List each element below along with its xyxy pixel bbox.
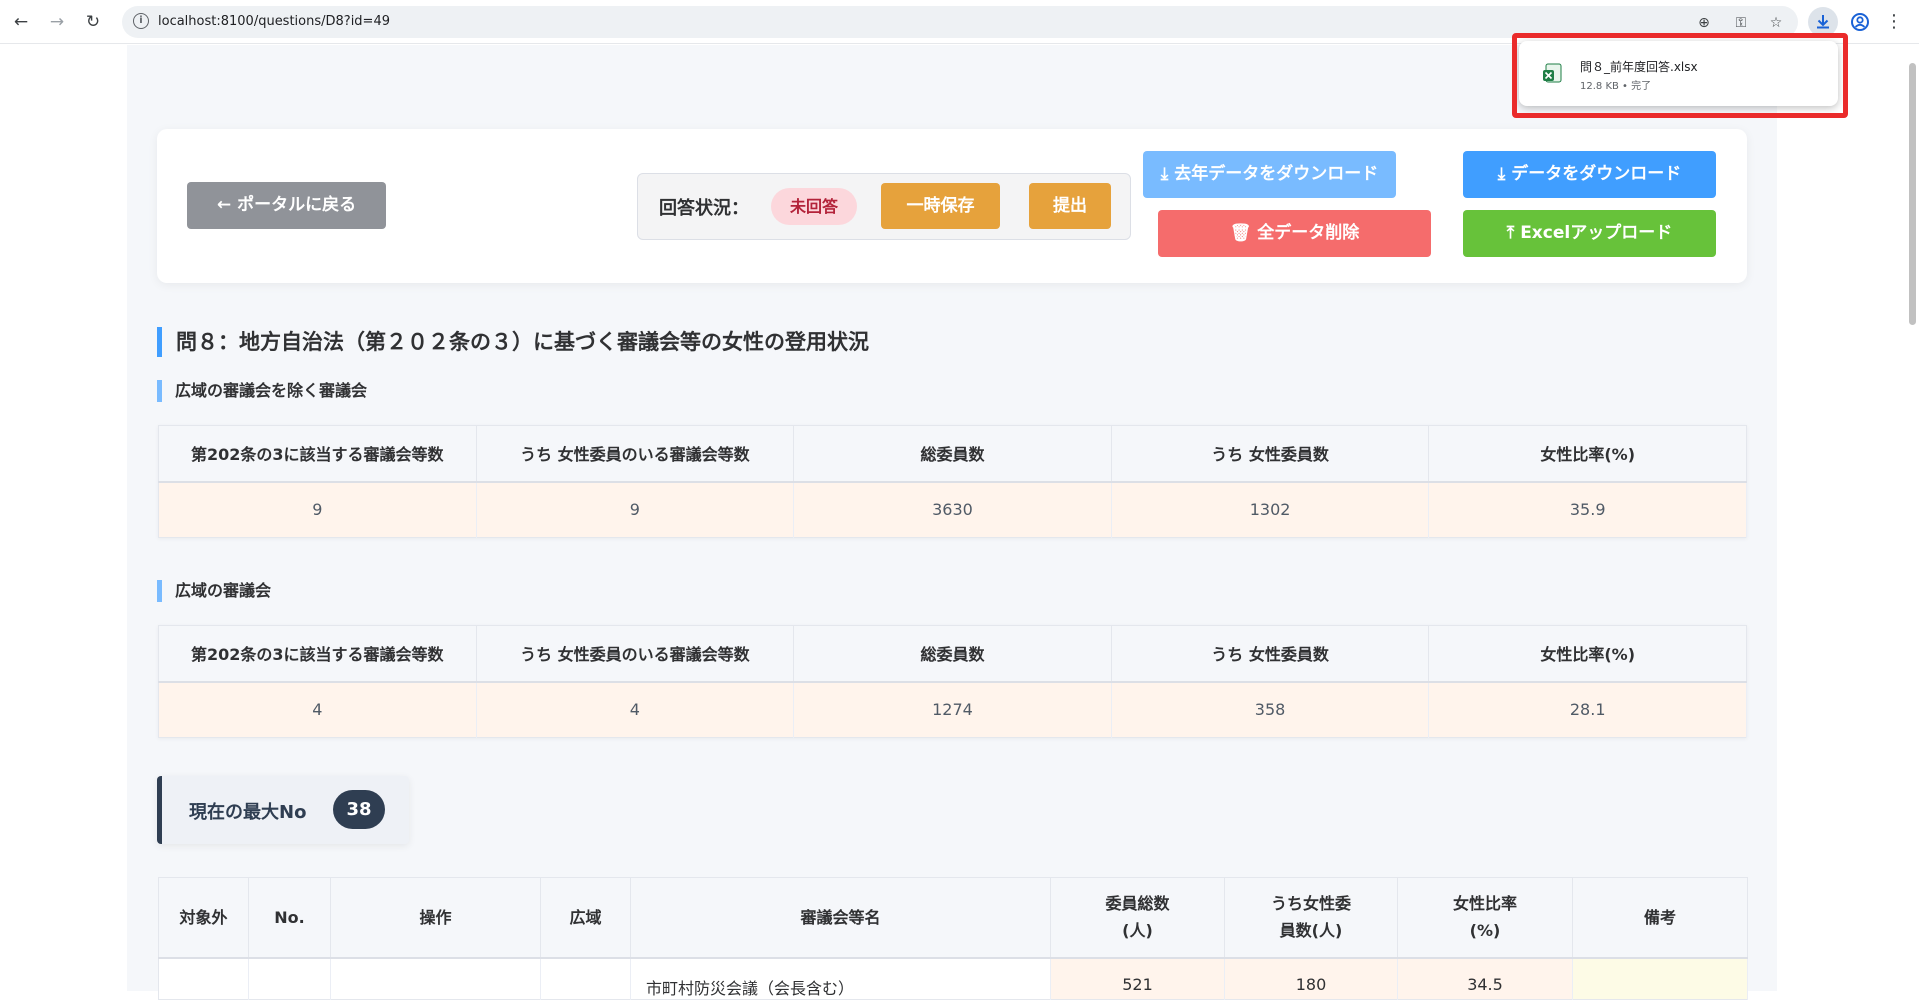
table-cell: 4	[476, 681, 795, 738]
zoom-icon[interactable]: ⊕	[1695, 14, 1713, 32]
excel-upload-button[interactable]: ⤒ Excelアップロード	[1463, 210, 1716, 257]
council-name-cell: 市町村防災会議（会長含む）	[630, 957, 1051, 999]
column-header: 第202条の3に該当する審議会等数	[158, 425, 477, 483]
highlight-box	[1512, 33, 1848, 118]
download-last-year-button[interactable]: ⤓ 去年データをダウンロード	[1143, 151, 1396, 198]
page-title: 問８：地方自治法（第２０２条の３）に基づく審議会等の女性の登用状況	[157, 327, 869, 357]
column-header-no: No.	[248, 877, 331, 959]
status-badge: 未回答	[771, 188, 857, 225]
back-to-portal-button[interactable]: ← ポータルに戻る	[187, 182, 386, 229]
column-header-notes: 備考	[1572, 877, 1748, 959]
table-cell	[540, 957, 631, 999]
table-row: 9 9 3630 1302 35.9	[158, 481, 1747, 538]
back-arrow-icon[interactable]: ←	[10, 11, 32, 33]
summary-table-regional: 第202条の3に該当する審議会等数 うち 女性委員のいる審議会等数 総委員数 う…	[158, 625, 1747, 738]
total-members-cell[interactable]: 521	[1050, 957, 1225, 999]
url-text[interactable]: localhost:8100/questions/D8?id=49	[158, 14, 390, 29]
reload-icon[interactable]: ↻	[82, 11, 104, 33]
column-header-total-members: 委員総数 (人)	[1050, 877, 1225, 959]
women-ratio-cell: 34.5	[1397, 957, 1573, 999]
download-data-button[interactable]: ⤓ データをダウンロード	[1463, 151, 1716, 198]
table-cell: 358	[1111, 681, 1430, 738]
column-header: 第202条の3に該当する審議会等数	[158, 625, 477, 683]
password-key-icon[interactable]: ⚿	[1732, 14, 1750, 32]
main-content: ← ポータルに戻る 回答状況： 未回答 一時保存 提出 ⤓ 去年データをダウンロ…	[127, 45, 1777, 1000]
table-row: 4 4 1274 358 28.1	[158, 681, 1747, 738]
summary-table-non-regional: 第202条の3に該当する審議会等数 うち 女性委員のいる審議会等数 総委員数 う…	[158, 425, 1747, 538]
column-header: うち 女性委員数	[1111, 425, 1430, 483]
answer-status-label: 回答状況：	[659, 198, 749, 219]
bookmark-star-icon[interactable]: ☆	[1767, 14, 1785, 32]
site-info-icon[interactable]: i	[133, 13, 149, 29]
browser-menu-icon[interactable]: ⋮	[1884, 9, 1904, 35]
notes-cell[interactable]	[1572, 957, 1748, 999]
section-title-regional: 広域の審議会	[157, 580, 271, 602]
section-title-non-regional: 広域の審議会を除く審議会	[157, 380, 367, 402]
column-header-regional: 広域	[540, 877, 631, 959]
column-header: うち 女性委員のいる審議会等数	[476, 425, 795, 483]
submit-button[interactable]: 提出	[1029, 183, 1111, 229]
table-header-row: 第202条の3に該当する審議会等数 うち 女性委員のいる審議会等数 総委員数 う…	[158, 425, 1747, 483]
table-cell: 3630	[793, 481, 1112, 538]
column-header: うち 女性委員数	[1111, 625, 1430, 683]
scrollbar-thumb[interactable]	[1909, 63, 1916, 325]
temp-save-button[interactable]: 一時保存	[881, 183, 1000, 229]
table-cell: 1302	[1111, 481, 1430, 538]
column-header-actions: 操作	[330, 877, 541, 959]
table-cell: 1274	[793, 681, 1112, 738]
column-header: 総委員数	[793, 425, 1112, 483]
column-header-women-ratio: 女性比率 (%)	[1397, 877, 1573, 959]
forward-arrow-icon[interactable]: →	[46, 11, 68, 33]
column-header: 女性比率(%)	[1428, 425, 1747, 483]
column-header-council-name: 審議会等名	[630, 877, 1051, 959]
page-viewport: ← ポータルに戻る 回答状況： 未回答 一時保存 提出 ⤓ 去年データをダウンロ…	[0, 45, 1919, 1000]
column-header: 女性比率(%)	[1428, 625, 1747, 683]
table-row: 市町村防災会議（会長含む） 521 180 34.5	[158, 957, 1748, 999]
table-cell	[330, 957, 541, 999]
action-card: ← ポータルに戻る 回答状況： 未回答 一時保存 提出 ⤓ 去年データをダウンロ…	[157, 129, 1747, 283]
table-cell	[248, 957, 331, 999]
table-cell: 28.1	[1428, 681, 1747, 738]
account-button[interactable]	[1847, 9, 1873, 35]
table-header-row: 対象外 No. 操作 広域 審議会等名 委員総数 (人) うち女性委 員数(人)…	[158, 877, 1748, 959]
council-list-table: 対象外 No. 操作 広域 審議会等名 委員総数 (人) うち女性委 員数(人)…	[158, 877, 1748, 1000]
table-cell: 9	[158, 481, 477, 538]
table-cell	[158, 957, 249, 999]
women-members-cell[interactable]: 180	[1224, 957, 1398, 999]
column-header: 総委員数	[793, 625, 1112, 683]
current-max-no-panel: 現在の最大No 38	[157, 776, 409, 844]
column-header-women-members: うち女性委 員数(人)	[1224, 877, 1398, 959]
column-header-excluded: 対象外	[158, 877, 249, 959]
table-cell: 9	[476, 481, 795, 538]
table-header-row: 第202条の3に該当する審議会等数 うち 女性委員のいる審議会等数 総委員数 う…	[158, 625, 1747, 683]
column-header: うち 女性委員のいる審議会等数	[476, 625, 795, 683]
answer-status-panel: 回答状況： 未回答 一時保存 提出	[637, 173, 1131, 240]
table-cell: 35.9	[1428, 481, 1747, 538]
max-no-badge: 38	[333, 790, 385, 829]
max-no-label: 現在の最大No	[189, 802, 307, 823]
page-scrollbar[interactable]	[1906, 45, 1919, 991]
table-cell: 4	[158, 681, 477, 738]
account-icon	[1851, 13, 1869, 31]
delete-all-data-button[interactable]: 🗑 全データ削除	[1158, 210, 1431, 257]
